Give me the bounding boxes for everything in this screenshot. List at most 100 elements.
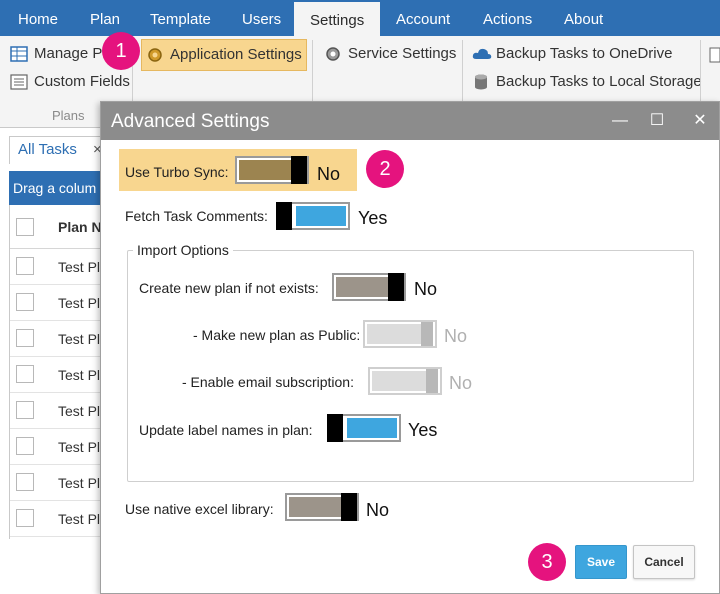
step-badge-3: 3 <box>528 543 566 581</box>
plan-cell: Test Pl <box>58 439 101 455</box>
menu-settings[interactable]: Settings <box>294 0 381 36</box>
plan-cell: Test Pl <box>58 295 101 311</box>
service-gear-icon <box>324 45 342 63</box>
plan-cell: Test Pl <box>58 331 101 347</box>
table-row[interactable]: Test Pl <box>10 357 108 393</box>
toggle-fill <box>289 497 341 517</box>
fetch-comments-label: Fetch Task Comments: <box>125 208 268 224</box>
make-public-label: - Make new plan as Public: <box>193 327 361 343</box>
menu-template[interactable]: Template <box>150 0 211 36</box>
menu-bar: Home Plan Template Users Settings Accoun… <box>0 0 720 36</box>
backup-local-label: Backup Tasks to Local Storage <box>496 73 702 90</box>
application-settings-label: Application Settings <box>170 46 302 63</box>
turbo-sync-toggle[interactable] <box>235 156 309 184</box>
group-by-bar[interactable]: Drag a colum <box>9 171 107 205</box>
cancel-button[interactable]: Cancel <box>633 545 695 579</box>
plan-cell: Test Pl <box>58 475 101 491</box>
table-row[interactable]: Test Pl <box>10 465 108 501</box>
gear-icon <box>146 46 164 64</box>
native-excel-value: No <box>366 500 390 520</box>
save-button[interactable]: Save <box>575 545 627 579</box>
cloud-icon <box>472 45 492 63</box>
application-settings-button[interactable]: Application Settings <box>141 39 307 71</box>
tab-all-tasks[interactable]: All Tasks × <box>9 136 104 164</box>
table-row[interactable]: Test Pl <box>10 285 108 321</box>
manage-plans-button[interactable]: Manage Pl <box>6 40 110 68</box>
service-settings-button[interactable]: Service Settings <box>320 40 460 68</box>
toggle-knob <box>341 493 357 521</box>
update-labels-value: Yes <box>408 420 438 440</box>
table-row[interactable]: Test Pl <box>10 321 108 357</box>
row-checkbox[interactable] <box>16 509 34 527</box>
turbo-sync-label: Use Turbo Sync: <box>125 164 229 180</box>
fields-icon <box>10 73 28 91</box>
create-plan-label: Create new plan if not exists: <box>139 280 319 296</box>
tab-all-tasks-label: All Tasks <box>18 141 77 158</box>
step-badge-2: 2 <box>366 150 404 188</box>
toggle-knob <box>291 156 307 184</box>
row-checkbox[interactable] <box>16 473 34 491</box>
advanced-settings-dialog: Advanced Settings — ☐ ✕ Use Turbo Sync: … <box>100 101 720 594</box>
menu-plan[interactable]: Plan <box>90 0 120 36</box>
row-checkbox[interactable] <box>16 437 34 455</box>
toggle-knob <box>276 202 292 230</box>
custom-fields-button[interactable]: Custom Fields <box>6 68 134 96</box>
fetch-comments-toggle[interactable] <box>276 202 350 230</box>
row-checkbox[interactable] <box>16 257 34 275</box>
email-subscription-value: No <box>449 373 473 393</box>
service-settings-label: Service Settings <box>348 45 457 62</box>
toggle-knob <box>426 369 438 393</box>
plan-cell: Test Pl <box>58 259 101 275</box>
update-labels-label: Update label names in plan: <box>139 422 313 438</box>
menu-actions[interactable]: Actions <box>483 0 532 36</box>
custom-fields-label: Custom Fields <box>34 73 130 90</box>
more-icon[interactable] <box>708 46 720 64</box>
row-checkbox[interactable] <box>16 293 34 311</box>
database-icon <box>472 73 490 91</box>
row-checkbox[interactable] <box>16 329 34 347</box>
make-public-toggle[interactable] <box>363 320 437 348</box>
toggle-fill <box>336 277 388 297</box>
column-header-plan[interactable]: Plan N <box>58 219 102 235</box>
email-subscription-toggle[interactable] <box>368 367 442 395</box>
fetch-comments-value: Yes <box>358 208 388 228</box>
menu-users[interactable]: Users <box>242 0 281 36</box>
table-row[interactable]: Test Pl <box>10 249 108 285</box>
update-labels-toggle[interactable] <box>327 414 401 442</box>
table-row[interactable]: Test Pl <box>10 429 108 465</box>
close-icon[interactable]: ✕ <box>687 108 713 134</box>
table-row[interactable]: Test Pl <box>10 393 108 429</box>
toggle-fill <box>239 160 291 180</box>
maximize-icon[interactable]: ☐ <box>644 108 670 134</box>
toggle-knob <box>421 322 433 346</box>
turbo-sync-value: No <box>317 164 341 184</box>
menu-about[interactable]: About <box>564 0 603 36</box>
backup-local-button[interactable]: Backup Tasks to Local Storage <box>468 68 706 96</box>
import-options-title: Import Options <box>133 242 233 258</box>
native-excel-toggle[interactable] <box>285 493 359 521</box>
toggle-fill <box>347 418 397 438</box>
backup-onedrive-button[interactable]: Backup Tasks to OneDrive <box>468 40 676 68</box>
row-checkbox[interactable] <box>16 365 34 383</box>
native-excel-label: Use native excel library: <box>125 501 274 517</box>
menu-account[interactable]: Account <box>396 0 450 36</box>
task-grid: Plan N Test Pl Test Pl Test Pl Test Pl T… <box>9 205 108 539</box>
select-all-checkbox[interactable] <box>16 218 34 236</box>
menu-home[interactable]: Home <box>18 0 58 36</box>
table-row[interactable]: Test Pl <box>10 501 108 537</box>
plan-cell: Test Pl <box>58 403 101 419</box>
plans-group-label: Plans <box>52 108 85 123</box>
email-subscription-label: - Enable email subscription: <box>182 374 354 390</box>
grid-header: Plan N <box>10 205 108 249</box>
create-plan-toggle[interactable] <box>332 273 406 301</box>
dialog-titlebar[interactable]: Advanced Settings — ☐ ✕ <box>101 102 719 140</box>
manage-plans-label: Manage Pl <box>34 45 106 62</box>
step-badge-1: 1 <box>102 32 140 70</box>
backup-onedrive-label: Backup Tasks to OneDrive <box>496 45 673 62</box>
plan-cell: Test Pl <box>58 511 101 527</box>
toggle-knob <box>327 414 343 442</box>
minimize-icon[interactable]: — <box>607 108 633 134</box>
table-icon <box>10 45 28 63</box>
create-plan-value: No <box>414 279 438 299</box>
row-checkbox[interactable] <box>16 401 34 419</box>
